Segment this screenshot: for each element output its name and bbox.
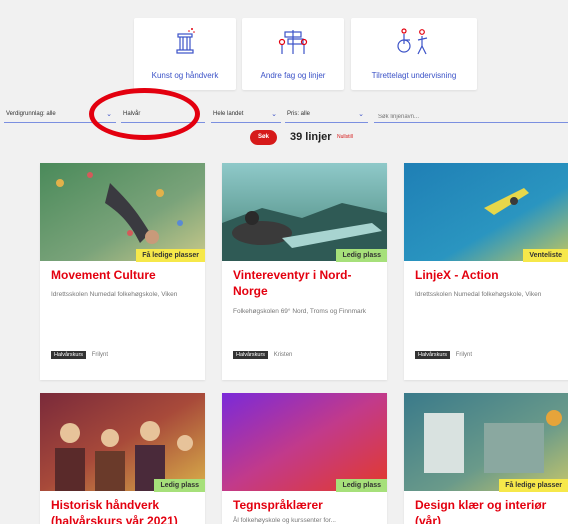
reset-link[interactable]: Nullstill	[337, 134, 353, 140]
accessibility-icon	[394, 26, 434, 63]
course-title: Movement Culture	[51, 268, 156, 282]
course-title: Historisk håndverk (halvårskurs vår 2021…	[51, 498, 178, 524]
course-type-tag: Halvårskurs	[415, 351, 451, 359]
filter-value: Halvår	[123, 111, 141, 117]
availability-badge: Ledig plass	[336, 249, 387, 262]
filter-pris[interactable]: Pris: alle ⌄	[285, 108, 368, 123]
course-type-tag: Halvårskurs	[233, 351, 269, 359]
page: Kunst og håndverk Andre fag og linjer Ti…	[0, 0, 568, 524]
course-school: Idrettsskolen Numedal folkehøgskole, Vik…	[415, 291, 542, 298]
course-title: Vintereventyr i Nord-Norge	[233, 268, 352, 298]
course-school: Ål folkehøyskole og kurssenter for...	[233, 517, 336, 524]
course-image	[222, 393, 387, 491]
availability-badge: Ledig plass	[154, 479, 205, 492]
filter-value: Pris: alle	[287, 111, 311, 117]
category-andre-fag[interactable]: Andre fag og linjer	[242, 18, 344, 90]
category-label: Kunst og håndverk	[151, 71, 219, 80]
filter-verdigrunnlag[interactable]: Verdigrunnlag: alle ⌄	[4, 108, 116, 123]
course-image	[404, 163, 568, 261]
course-tags: Halvårskurs Frilynt	[51, 351, 108, 359]
chevron-down-icon: ⌄	[271, 111, 277, 118]
result-count: 39 linjer	[290, 131, 332, 143]
availability-badge: Få ledige plasser	[499, 479, 568, 492]
course-card[interactable]: Ledig plass Vintereventyr i Nord-Norge F…	[222, 163, 387, 380]
course-image	[40, 393, 205, 491]
chevron-down-icon: ⌄	[358, 111, 364, 118]
course-title: Tegnspråklærer	[233, 498, 323, 512]
signpost-icon	[276, 26, 310, 63]
course-orientation: Kristen	[273, 352, 293, 358]
course-tags: Halvårskurs Kristen	[233, 351, 292, 359]
course-image	[404, 393, 568, 491]
course-card[interactable]: Venteliste LinjeX - Action Idrettsskolen…	[404, 163, 568, 380]
course-type-tag: Halvårskurs	[51, 351, 87, 359]
course-orientation: Frilynt	[455, 352, 473, 358]
course-card[interactable]: Få ledige plasser Design klær og interiø…	[404, 393, 568, 524]
filter-value: Verdigrunnlag: alle	[6, 111, 56, 117]
course-image	[222, 163, 387, 261]
search-button[interactable]: Søk	[250, 130, 277, 145]
course-tags: Halvårskurs Frilynt	[415, 351, 472, 359]
category-label: Tilrettelagt undervisning	[371, 71, 457, 80]
availability-badge: Få ledige plasser	[136, 249, 205, 262]
category-label: Andre fag og linjer	[260, 71, 326, 80]
course-image	[40, 163, 205, 261]
course-title: LinjeX - Action	[415, 268, 499, 282]
course-orientation: Frilynt	[91, 352, 109, 358]
course-card[interactable]: Få ledige plasser Movement Culture Idret…	[40, 163, 205, 380]
filter-region[interactable]: Hele landet ⌄	[211, 108, 281, 123]
filter-bar: Verdigrunnlag: alle ⌄ Halvår ⌄ Hele land…	[0, 108, 568, 124]
course-school: Idrettsskolen Numedal folkehøgskole, Vik…	[51, 291, 178, 298]
category-kunst-og-handverk[interactable]: Kunst og håndverk	[134, 18, 236, 90]
course-school: Folkehøgskolen 69° Nord, Troms og Finnma…	[233, 308, 367, 315]
availability-badge: Venteliste	[523, 249, 568, 262]
filter-value: Hele landet	[213, 111, 244, 117]
filter-lengde[interactable]: Halvår ⌄	[121, 108, 205, 123]
course-card[interactable]: Ledig plass Tegnspråklærer Ål folkehøysk…	[222, 393, 387, 524]
course-card[interactable]: Ledig plass Historisk håndverk (halvårsk…	[40, 393, 205, 524]
availability-badge: Ledig plass	[336, 479, 387, 492]
category-tilrettelagt[interactable]: Tilrettelagt undervisning	[351, 18, 477, 90]
search-input[interactable]	[374, 108, 568, 123]
chevron-down-icon: ⌄	[195, 111, 201, 118]
chevron-down-icon: ⌄	[106, 111, 112, 118]
course-title: Design klær og interiør (vår)	[415, 498, 547, 524]
column-icon	[170, 26, 200, 61]
